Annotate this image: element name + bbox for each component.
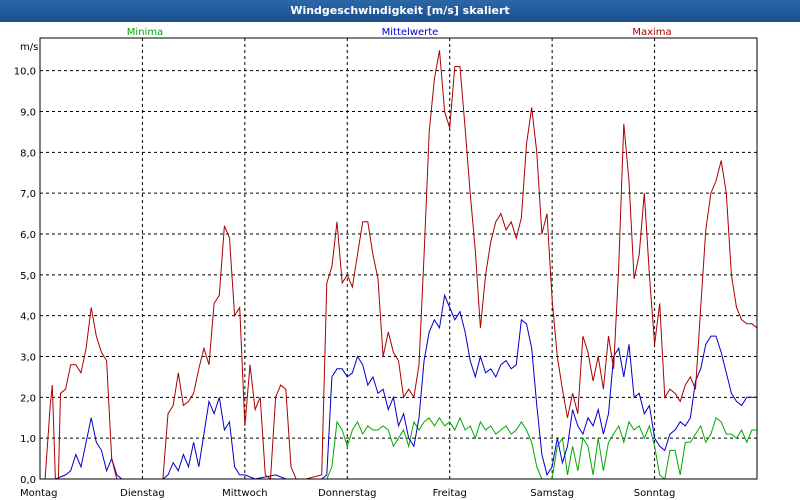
x-tick-day: Montag [20,488,57,499]
y-tick-label: 10,0 [14,67,36,78]
y-axis-label: m/s [20,42,38,53]
x-tick-day: Sonntag [634,488,676,499]
x-tick-day: Samstag [530,488,574,499]
y-tick-label: 7,0 [20,189,36,200]
y-tick-label: 9,0 [20,108,36,119]
plot-area-background [40,38,757,479]
y-tick-label: 2,0 [20,393,36,404]
x-tick-day: Dienstag [120,488,165,499]
y-tick-label: 4,0 [20,312,36,323]
y-tick-label: 1,0 [20,434,36,445]
legend-entry-maxima: Maxima [632,27,671,38]
y-tick-label: 5,0 [20,271,36,282]
chart-window: Windgeschwindigkeit [m/s] skaliert m/s 0… [0,0,800,500]
y-axis: m/s 0,0 1,0 2,0 3,0 4,0 5,0 6,0 7,0 8,0 9,0 10,0 [14,42,39,486]
legend-entry-minima: Minima [127,27,163,38]
y-tick-label: 3,0 [20,353,36,364]
wind-speed-chart: m/s 0,0 1,0 2,0 3,0 4,0 5,0 6,0 7,0 8,0 9,0 10,0 M… [14,27,758,499]
y-tick-label: 6,0 [20,230,36,241]
window-title: Windgeschwindigkeit [m/s] skaliert [0,0,800,22]
x-tick-day: Donnerstag [318,488,376,499]
x-axis: Montag10.10.16Dienstag11.10.16Mittwoch12… [20,488,676,499]
legend: Minima Mittelwerte Maxima [127,27,672,38]
y-tick-label: 8,0 [20,148,36,159]
x-tick-day: Mittwoch [222,488,267,499]
legend-entry-mittelwerte: Mittelwerte [382,27,439,38]
y-tick-label: 0,0 [20,475,36,486]
x-tick-day: Freitag [433,488,467,499]
